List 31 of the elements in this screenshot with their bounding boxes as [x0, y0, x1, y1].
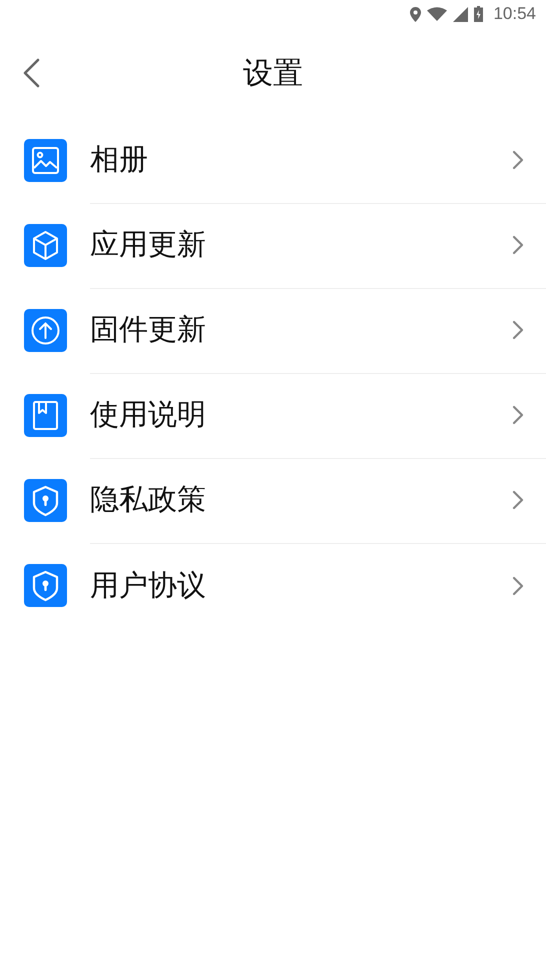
settings-item[interactable]: 固件更新 [0, 288, 546, 373]
item-label: 隐私政策 [90, 481, 206, 518]
shield-lock-icon [24, 479, 67, 522]
item-label: 用户协议 [90, 566, 206, 604]
item-label: 相册 [90, 141, 148, 178]
chevron-right-icon [512, 150, 524, 170]
settings-item[interactable]: 相册 [0, 118, 546, 203]
chevron-right-icon [512, 235, 524, 255]
page-title: 设置 [243, 54, 303, 92]
chevron-right-icon [512, 490, 524, 510]
image-icon [24, 139, 67, 182]
chevron-right-icon [512, 576, 524, 596]
location-icon [410, 6, 422, 22]
item-label: 应用更新 [90, 226, 206, 263]
battery-icon [474, 6, 484, 22]
back-icon[interactable] [22, 58, 40, 88]
clock-time: 10:54 [493, 4, 536, 24]
item-label: 固件更新 [90, 311, 206, 348]
item-label: 使用说明 [90, 396, 206, 433]
settings-item[interactable]: 用户协议 [0, 543, 546, 628]
cube-icon [24, 224, 67, 267]
wifi-icon [427, 7, 448, 21]
settings-item[interactable]: 应用更新 [0, 203, 546, 288]
signal-icon [453, 6, 468, 22]
upload-icon [24, 309, 67, 352]
chevron-right-icon [512, 320, 524, 340]
settings-item[interactable]: 隐私政策 [0, 458, 546, 543]
book-icon [24, 394, 67, 437]
settings-item[interactable]: 使用说明 [0, 373, 546, 458]
chevron-right-icon [512, 405, 524, 425]
shield-lock-icon [24, 564, 67, 607]
